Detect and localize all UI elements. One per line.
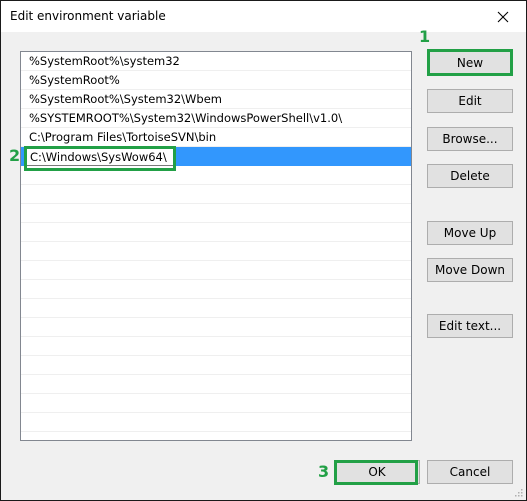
move-up-button[interactable]: Move Up [427,221,513,245]
step-1-label: 1 [419,27,431,46]
move-down-button[interactable]: Move Down [427,258,513,282]
empty-row [21,337,411,356]
path-edit-input[interactable] [25,147,175,166]
list-item[interactable]: %SystemRoot% [21,71,411,90]
list-item-text: %SYSTEMROOT%\System32\WindowsPowerShell\… [29,111,343,125]
edit-button[interactable]: Edit [427,89,513,113]
new-button[interactable]: New [427,51,513,75]
resize-grip-icon[interactable] [513,487,523,497]
empty-row [21,261,411,280]
list-item-text: %SystemRoot%\System32\Wbem [29,92,223,106]
list-item-text: %SystemRoot% [29,73,120,87]
empty-row [21,223,411,242]
empty-row [21,280,411,299]
empty-row [21,166,411,185]
step-2-label: 2 [9,146,21,165]
list-item[interactable]: %SYSTEMROOT%\System32\WindowsPowerShell\… [21,109,411,128]
list-item-selected[interactable] [21,147,411,166]
empty-row [21,185,411,204]
browse-button[interactable]: Browse... [427,127,513,151]
close-button[interactable] [480,1,526,32]
empty-row [21,204,411,223]
empty-row [21,318,411,337]
empty-row [21,299,411,318]
empty-row [21,375,411,394]
step-3-label: 3 [318,462,330,481]
list-item[interactable]: C:\Program Files\TortoiseSVN\bin [21,128,411,147]
title-bar: Edit environment variable [1,1,526,32]
list-item[interactable]: %SystemRoot%\System32\Wbem [21,90,411,109]
list-item-text: %SystemRoot%\system32 [29,54,180,68]
edit-text-button[interactable]: Edit text... [427,314,513,338]
path-list[interactable]: %SystemRoot%\system32 %SystemRoot% %Syst… [20,51,412,441]
dialog-title: Edit environment variable [10,9,166,23]
empty-row [21,394,411,413]
empty-row [21,356,411,375]
cancel-button[interactable]: Cancel [427,460,513,484]
list-item-text: C:\Program Files\TortoiseSVN\bin [29,130,217,144]
list-item[interactable]: %SystemRoot%\system32 [21,52,411,71]
delete-button[interactable]: Delete [427,164,513,188]
empty-row [21,413,411,432]
edit-environment-variable-dialog: Edit environment variable %SystemRoot%\s… [0,0,527,501]
empty-row [21,242,411,261]
ok-button[interactable]: OK [334,460,420,484]
close-icon [497,11,509,22]
